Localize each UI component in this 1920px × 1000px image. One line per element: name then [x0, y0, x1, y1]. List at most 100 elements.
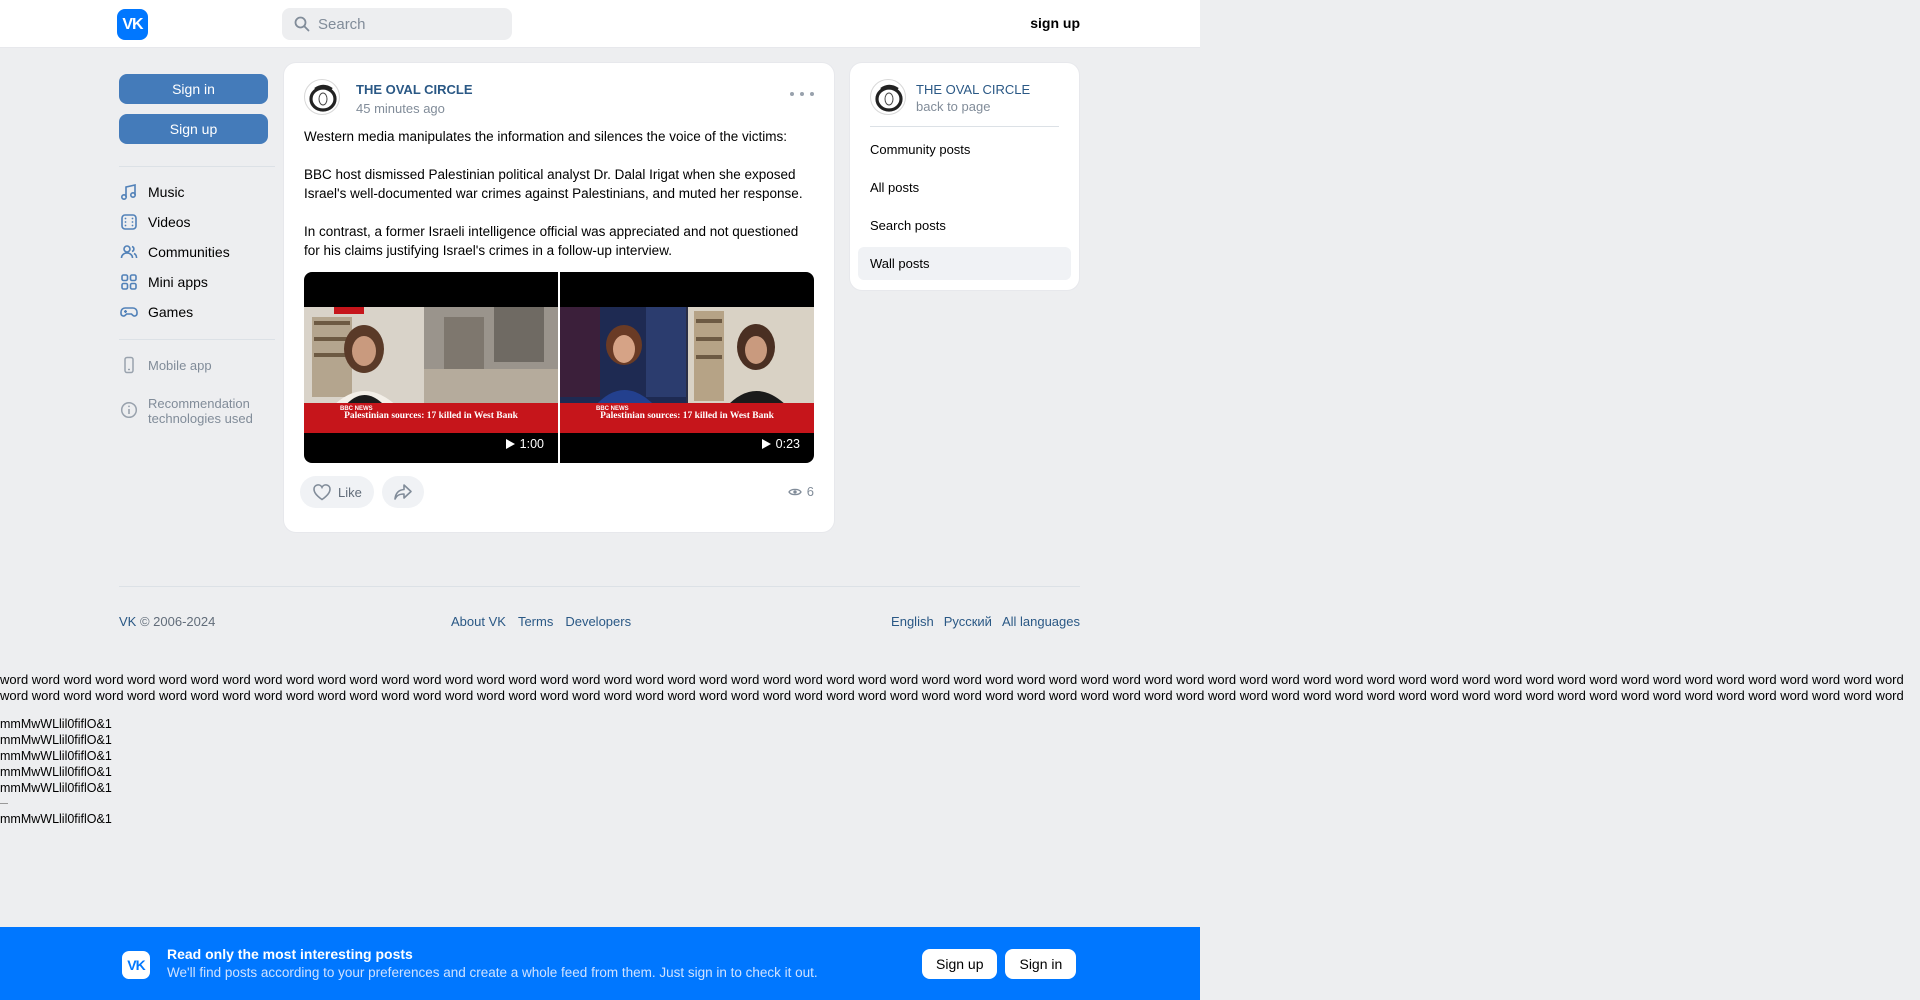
sidebar-item-mobile-app[interactable]: Mobile app: [119, 350, 275, 380]
video-duration: 0:23: [755, 434, 806, 454]
sidebar-item-mini-apps[interactable]: Mini apps: [119, 267, 275, 297]
header-signup-link[interactable]: sign up: [1020, 15, 1080, 31]
footer-link-developers[interactable]: Developers: [565, 614, 631, 629]
banner-buttons: Sign up Sign in: [922, 949, 1077, 979]
glyph-test-line: mmMwWLlil0fiflO&1: [0, 812, 112, 826]
recommendation-line-1: Recommendation: [148, 396, 250, 411]
sidebar-item-label: Recommendation technologies used: [148, 396, 253, 426]
glyph-test-line: mmMwWLlil0fiflO&1: [0, 749, 112, 763]
footer-link-terms[interactable]: Terms: [518, 614, 553, 629]
signin-promo-banner: VK Read only the most interesting posts …: [0, 927, 1200, 1000]
views-count: 6: [806, 484, 814, 499]
menu-item-search-posts[interactable]: Search posts: [858, 209, 1071, 242]
footer-links: About VK Terms Developers: [451, 614, 631, 629]
video-attachments: BBC NEWS Palestinian sources: 17 killed …: [304, 272, 815, 463]
sidebar-item-label: Mobile app: [148, 357, 212, 373]
banner-title: Read only the most interesting posts: [167, 946, 413, 962]
back-to-page-link[interactable]: back to page: [916, 99, 990, 114]
oval-circle-logo-icon: [309, 84, 337, 112]
signup-button[interactable]: Sign up: [119, 114, 268, 144]
search-box[interactable]: [282, 8, 512, 40]
language-all[interactable]: All languages: [1002, 614, 1080, 629]
ticker-headline: Palestinian sources: 17 killed in West B…: [344, 411, 518, 421]
sidebar-item-videos[interactable]: Videos: [119, 207, 275, 237]
post-timestamp[interactable]: 45 minutes ago: [356, 101, 445, 116]
menu-item-wall-posts[interactable]: Wall posts: [858, 247, 1071, 280]
top-header: VK sign up: [0, 0, 1200, 48]
video-thumbnail[interactable]: BBC NEWS Palestinian sources: 17 killed …: [304, 272, 558, 463]
video-icon: [119, 212, 139, 232]
views-counter: 6: [788, 484, 814, 499]
left-sidebar: Sign in Sign up Music Videos Communities…: [119, 74, 275, 426]
posts-menu: Community posts All posts Search posts W…: [858, 133, 1071, 285]
eye-icon: [788, 488, 802, 495]
vk-logo: VK: [122, 951, 150, 979]
sidebar-item-label: Videos: [148, 214, 191, 230]
community-side-card: THE OVAL CIRCLE back to page Community p…: [850, 63, 1079, 290]
like-label: Like: [338, 484, 362, 500]
post-paragraph: Western media manipulates the informatio…: [304, 129, 787, 144]
avatar[interactable]: [870, 79, 906, 115]
footer-link-about[interactable]: About VK: [451, 614, 506, 629]
language-links: English Русский All languages: [891, 614, 1080, 629]
menu-item-all-posts[interactable]: All posts: [858, 171, 1071, 204]
language-russian[interactable]: Русский: [944, 614, 992, 629]
duration-label: 0:23: [775, 437, 800, 451]
post-author-link[interactable]: THE OVAL CIRCLE: [356, 82, 473, 97]
banner-signin-button[interactable]: Sign in: [1005, 949, 1077, 979]
heart-icon: [313, 484, 331, 501]
glyph-test-line: mmMwWLlil0fiflO&1: [0, 733, 112, 747]
video-thumbnail[interactable]: BBC NEWS Palestinian sources: 17 killed …: [560, 272, 814, 463]
signin-button[interactable]: Sign in: [119, 74, 268, 104]
post-paragraph: BBC host dismissed Palestinian political…: [304, 167, 803, 201]
play-icon: [505, 439, 515, 449]
menu-item-community-posts[interactable]: Community posts: [858, 133, 1071, 166]
sidebar-item-label: Communities: [148, 244, 230, 260]
language-english[interactable]: English: [891, 614, 934, 629]
video-duration: 1:00: [499, 434, 550, 454]
post-paragraph: In contrast, a former Israeli intelligen…: [304, 224, 799, 258]
info-icon: [119, 400, 139, 420]
music-icon: [119, 182, 139, 202]
copyright-years: © 2006-2024: [136, 614, 216, 629]
duration-label: 1:00: [519, 437, 544, 451]
footer-divider: [119, 586, 1080, 587]
post-text: Western media manipulates the informatio…: [304, 127, 816, 279]
glyph-test-line: mmMwWLlil0fiflO&1: [0, 717, 112, 731]
copyright: VK © 2006-2024: [119, 614, 215, 629]
vk-logo[interactable]: VK: [117, 9, 148, 40]
search-icon: [294, 16, 310, 32]
sidebar-item-label: Mini apps: [148, 274, 208, 290]
news-ticker: BBC NEWS Palestinian sources: 17 killed …: [304, 403, 558, 433]
sidebar-item-recommendation[interactable]: Recommendation technologies used: [119, 396, 275, 426]
search-input[interactable]: [318, 15, 498, 33]
card-divider: [870, 126, 1059, 127]
banner-subtitle: We'll find posts according to your prefe…: [167, 965, 818, 980]
glyph-test-divider: [0, 796, 112, 811]
sidebar-item-label: Music: [148, 184, 185, 200]
phone-icon: [119, 355, 139, 375]
banner-signup-button[interactable]: Sign up: [922, 949, 998, 979]
vk-home-link[interactable]: VK: [119, 614, 136, 629]
sidebar-item-music[interactable]: Music: [119, 177, 275, 207]
like-button[interactable]: Like: [300, 476, 374, 508]
glyph-test-line: mmMwWLlil0fiflO&1: [0, 781, 112, 795]
gamepad-icon: [119, 302, 139, 322]
community-name-link[interactable]: THE OVAL CIRCLE: [916, 82, 1030, 97]
post-actions: Like: [300, 476, 424, 508]
sidebar-item-communities[interactable]: Communities: [119, 237, 275, 267]
glyph-test-block: mmMwWLlil0fiflO&1 mmMwWLlil0fiflO&1 mmMw…: [0, 716, 112, 827]
sidebar-item-games[interactable]: Games: [119, 297, 275, 327]
news-ticker: BBC NEWS Palestinian sources: 17 killed …: [560, 403, 814, 433]
play-icon: [761, 439, 771, 449]
ticker-headline: Palestinian sources: 17 killed in West B…: [600, 411, 774, 421]
glyph-test-line: mmMwWLlil0fiflO&1: [0, 765, 112, 779]
share-icon: [394, 484, 412, 500]
avatar[interactable]: [304, 79, 340, 115]
more-options-icon[interactable]: [790, 87, 814, 101]
share-button[interactable]: [381, 476, 424, 508]
apps-icon: [119, 272, 139, 292]
oval-circle-logo-icon: [875, 84, 903, 112]
sidebar-item-label: Games: [148, 304, 194, 320]
sidebar-divider: [119, 166, 275, 167]
